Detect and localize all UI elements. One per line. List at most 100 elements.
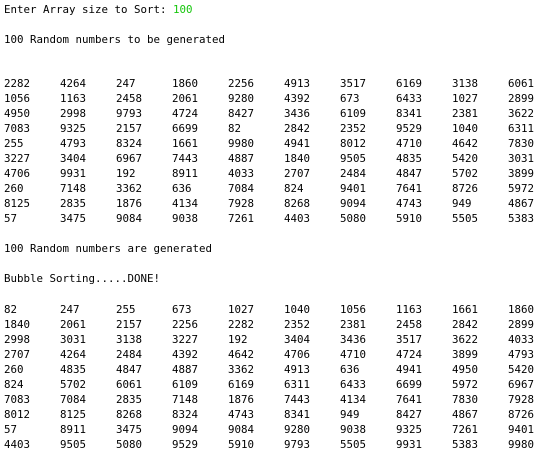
number-cell: 8125 bbox=[60, 408, 87, 421]
number-cell: 673 bbox=[340, 92, 360, 105]
number-cell: 4403 bbox=[284, 212, 311, 225]
number-cell: 7084 bbox=[60, 393, 87, 406]
number-cell: 8268 bbox=[284, 197, 311, 210]
number-cell: 4033 bbox=[228, 167, 255, 180]
number-cell: 5420 bbox=[508, 363, 535, 376]
number-cell: 4033 bbox=[508, 333, 535, 346]
number-cell: 9793 bbox=[116, 107, 143, 120]
number-row: 2707 4264 2484 4392 4642 4706 4710 4724 3899 4793 bbox=[4, 347, 536, 362]
number-cell: 4793 bbox=[508, 348, 535, 361]
number-cell: 5080 bbox=[340, 212, 367, 225]
number-cell: 6699 bbox=[172, 122, 199, 135]
number-cell: 3622 bbox=[452, 333, 479, 346]
number-cell: 3227 bbox=[172, 333, 199, 346]
number-cell: 5505 bbox=[452, 212, 479, 225]
number-cell: 5910 bbox=[228, 438, 255, 451]
number-cell: 2381 bbox=[452, 107, 479, 120]
number-cell: 8341 bbox=[396, 107, 423, 120]
number-cell: 4642 bbox=[452, 137, 479, 150]
number-cell: 1027 bbox=[228, 303, 255, 316]
console-window[interactable]: Enter Array size to Sort: 100 100 Random… bbox=[0, 0, 541, 457]
number-cell: 9529 bbox=[396, 122, 423, 135]
number-cell: 7261 bbox=[228, 212, 255, 225]
number-cell: 2484 bbox=[116, 348, 143, 361]
number-cell: 4793 bbox=[60, 137, 87, 150]
number-row: 7083 7084 2835 7148 1876 7443 4134 7641 7830 7928 bbox=[4, 392, 536, 407]
number-row: 4950 2998 9793 4724 8427 3436 6109 8341 2381 3622 bbox=[4, 106, 536, 121]
number-cell: 5972 bbox=[508, 182, 535, 195]
number-cell: 6433 bbox=[396, 92, 423, 105]
number-cell: 2458 bbox=[116, 92, 143, 105]
generated-message: 100 Random numbers are generated bbox=[4, 242, 213, 255]
number-cell: 2381 bbox=[340, 318, 367, 331]
number-cell: 2998 bbox=[60, 107, 87, 120]
number-cell: 4887 bbox=[172, 363, 199, 376]
number-cell: 3362 bbox=[228, 363, 255, 376]
number-cell: 8012 bbox=[4, 408, 31, 421]
number-row: 1840 2061 2157 2256 2282 2352 2381 2458 2842 2899 bbox=[4, 317, 536, 332]
number-cell: 3475 bbox=[116, 423, 143, 436]
number-cell: 6311 bbox=[508, 122, 535, 135]
number-cell: 3404 bbox=[60, 152, 87, 165]
number-cell: 4642 bbox=[228, 348, 255, 361]
number-row: 57 8911 3475 9094 9084 9280 9038 9325 7261 9401 bbox=[4, 422, 536, 437]
number-cell: 1840 bbox=[4, 318, 31, 331]
number-row: 255 4793 8324 1661 9980 4941 8012 4710 4642 7830 bbox=[4, 136, 536, 151]
number-cell: 4743 bbox=[228, 408, 255, 421]
number-cell: 255 bbox=[116, 303, 136, 316]
number-cell: 9931 bbox=[396, 438, 423, 451]
number-cell: 1661 bbox=[452, 303, 479, 316]
number-cell: 9325 bbox=[60, 122, 87, 135]
number-cell: 247 bbox=[116, 77, 136, 90]
number-cell: 4835 bbox=[396, 152, 423, 165]
number-cell: 4706 bbox=[4, 167, 31, 180]
number-cell: 9505 bbox=[60, 438, 87, 451]
number-cell: 4941 bbox=[396, 363, 423, 376]
number-cell: 7261 bbox=[452, 423, 479, 436]
number-cell: 5383 bbox=[452, 438, 479, 451]
number-cell: 6109 bbox=[340, 107, 367, 120]
number-cell: 2282 bbox=[4, 77, 31, 90]
number-cell: 9280 bbox=[284, 423, 311, 436]
number-cell: 4706 bbox=[284, 348, 311, 361]
number-cell: 2484 bbox=[340, 167, 367, 180]
number-cell: 260 bbox=[4, 182, 24, 195]
number-row: 1056 1163 2458 2061 9280 4392 673 6433 1027 2899 bbox=[4, 91, 536, 106]
number-cell: 7148 bbox=[172, 393, 199, 406]
number-cell: 6967 bbox=[116, 152, 143, 165]
number-row: 8125 2835 1876 4134 7928 8268 9094 4743 949 4867 bbox=[4, 196, 536, 211]
number-cell: 3362 bbox=[116, 182, 143, 195]
number-cell: 3227 bbox=[4, 152, 31, 165]
number-cell: 2707 bbox=[4, 348, 31, 361]
number-cell: 5505 bbox=[340, 438, 367, 451]
number-cell: 9529 bbox=[172, 438, 199, 451]
number-cell: 2061 bbox=[60, 318, 87, 331]
number-cell: 3899 bbox=[508, 167, 535, 180]
number-row: 57 3475 9084 9038 7261 4403 5080 5910 5505 5383 bbox=[4, 211, 536, 226]
number-cell: 1860 bbox=[172, 77, 199, 90]
number-cell: 8268 bbox=[116, 408, 143, 421]
number-cell: 5910 bbox=[396, 212, 423, 225]
number-cell: 1027 bbox=[452, 92, 479, 105]
number-cell: 7928 bbox=[228, 197, 255, 210]
number-cell: 247 bbox=[60, 303, 80, 316]
number-cell: 9038 bbox=[172, 212, 199, 225]
number-cell: 9401 bbox=[340, 182, 367, 195]
number-cell: 8341 bbox=[284, 408, 311, 421]
number-cell: 8427 bbox=[396, 408, 423, 421]
number-row: 2998 3031 3138 3227 192 3404 3436 3517 3622 4033 bbox=[4, 332, 536, 347]
number-cell: 2282 bbox=[228, 318, 255, 331]
number-cell: 1876 bbox=[116, 197, 143, 210]
number-cell: 3436 bbox=[284, 107, 311, 120]
number-cell: 1661 bbox=[172, 137, 199, 150]
number-cell: 1163 bbox=[60, 92, 87, 105]
sort-status-message: Bubble Sorting.....DONE! bbox=[4, 272, 161, 285]
generation-message: 100 Random numbers to be generated bbox=[4, 33, 226, 46]
number-cell: 3404 bbox=[284, 333, 311, 346]
number-cell: 9931 bbox=[60, 167, 87, 180]
number-cell: 9980 bbox=[508, 438, 535, 451]
number-cell: 2157 bbox=[116, 318, 143, 331]
number-cell: 9793 bbox=[284, 438, 311, 451]
number-cell: 260 bbox=[4, 363, 24, 376]
number-cell: 4847 bbox=[116, 363, 143, 376]
